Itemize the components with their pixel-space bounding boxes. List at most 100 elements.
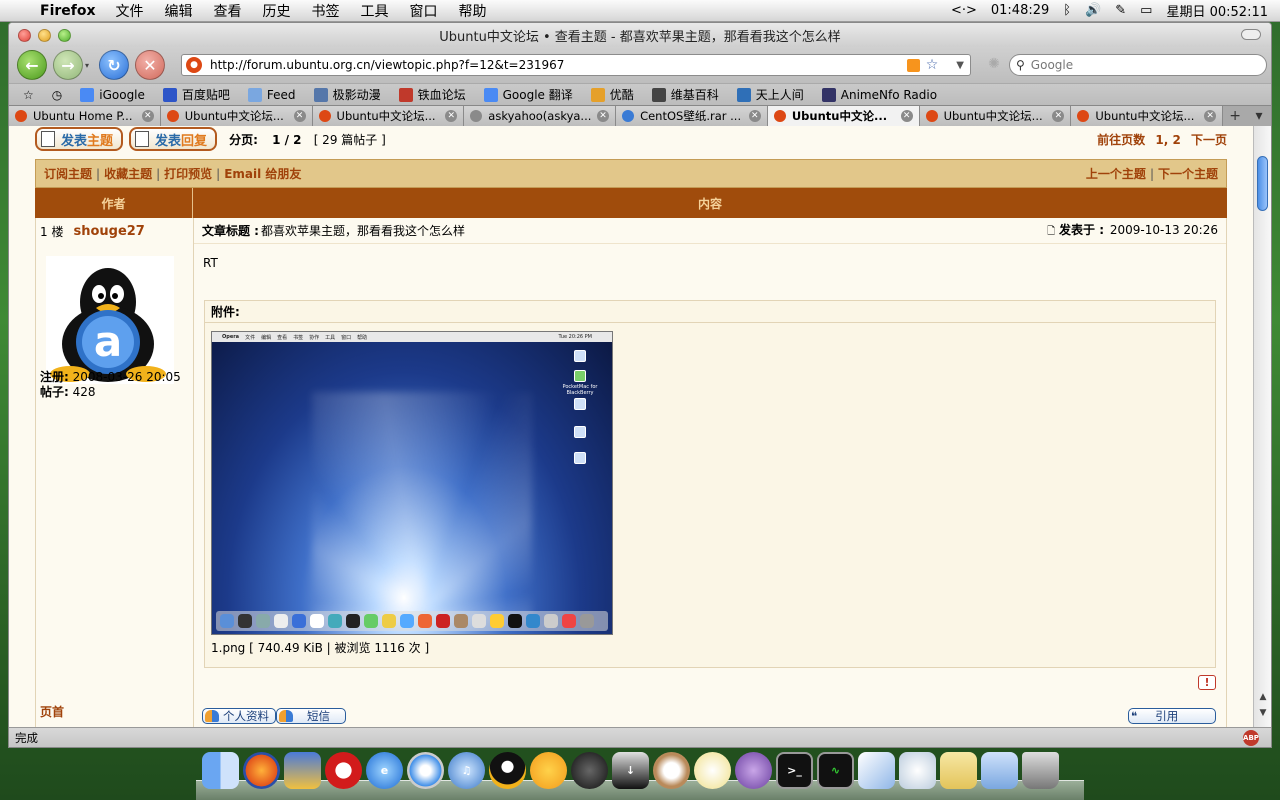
menu-history[interactable]: 历史	[263, 1, 291, 21]
app-menu-firefox[interactable]: Firefox	[40, 3, 96, 19]
internet-explorer-dock-icon[interactable]: e	[366, 752, 403, 789]
window-zoom-button[interactable]	[58, 28, 71, 42]
bookmark-item[interactable]: 极影动漫	[313, 86, 381, 103]
menu-window[interactable]: 窗口	[410, 1, 438, 21]
scroll-up-arrow-icon[interactable]: ▲	[1257, 692, 1269, 702]
menu-bookmarks[interactable]: 书签	[312, 1, 340, 21]
forward-button[interactable]: →	[53, 50, 83, 80]
bookmark-item[interactable]: iGoogle	[80, 87, 145, 102]
prev-topic-link[interactable]: 上一个主题	[1086, 165, 1146, 182]
tab-close-icon[interactable]: ✕	[293, 110, 306, 122]
tab-active[interactable]: Ubuntu中文论... ✕	[767, 106, 920, 126]
itunes-dock-icon[interactable]: ♫	[448, 752, 485, 789]
bookmark-item[interactable]: 维基百科	[651, 86, 719, 103]
search-placeholder[interactable]: Google	[1031, 58, 1073, 72]
subscribe-topic-link[interactable]: 订阅主题	[44, 165, 92, 182]
history-clock-icon[interactable]: ◷	[52, 88, 62, 102]
print-preview-link[interactable]: 打印预览	[164, 165, 212, 182]
bookmark-item[interactable]: AnimeNfo Radio	[821, 87, 937, 102]
window-close-button[interactable]	[18, 28, 31, 42]
tab[interactable]: Ubuntu中文论坛... ✕	[312, 106, 465, 126]
url-text[interactable]: http://forum.ubuntu.org.cn/viewtopic.php…	[210, 58, 907, 72]
menu-tools[interactable]: 工具	[361, 1, 389, 21]
search-engine-icon[interactable]: ⚲	[1016, 58, 1025, 72]
private-message-button[interactable]: 短信	[276, 708, 346, 724]
bookmark-item[interactable]: Google 翻译	[483, 86, 573, 103]
attachment-image[interactable]: Opera 文件 编辑 查看 书签 协作 工具 窗口 帮助 Tue 20:26 …	[211, 331, 613, 635]
volume-icon[interactable]: 🔊	[1085, 3, 1101, 18]
finder-dock-icon[interactable]	[202, 752, 239, 789]
adium-dock-icon[interactable]	[530, 752, 567, 789]
menu-edit[interactable]: 编辑	[165, 1, 193, 21]
rss-feed-icon[interactable]	[906, 58, 920, 72]
window-minimize-button[interactable]	[38, 28, 51, 42]
avatar[interactable]: a	[46, 256, 174, 384]
lightbulb-dock-icon[interactable]	[694, 752, 731, 789]
vertical-scrollbar[interactable]: ▲ ▼	[1253, 126, 1271, 727]
tor-dock-icon[interactable]	[735, 752, 772, 789]
photos-dock-icon[interactable]	[858, 752, 895, 789]
snowman-dock-icon[interactable]	[899, 752, 936, 789]
quote-button[interactable]: ❝ 引用	[1128, 708, 1216, 724]
stop-button[interactable]: ✕	[135, 50, 165, 80]
new-tab-icon[interactable]: +	[1223, 108, 1247, 124]
username-link[interactable]: shouge27	[73, 224, 144, 239]
report-post-button[interactable]: !	[1198, 675, 1216, 690]
documents-folder-dock-icon[interactable]	[981, 752, 1018, 789]
clock[interactable]: 星期日 00:52:11	[1166, 1, 1268, 20]
back-to-top-link[interactable]: 页首	[40, 703, 64, 720]
firefox-dock-icon[interactable]	[243, 752, 280, 789]
menu-file[interactable]: 文件	[116, 1, 144, 21]
tab[interactable]: Ubuntu中文论坛... ✕	[160, 106, 313, 126]
post-reply-button[interactable]: 发表 回复	[129, 127, 218, 151]
mail-dock-icon[interactable]	[284, 752, 321, 789]
tab[interactable]: Ubuntu中文论坛... ✕	[1071, 106, 1224, 126]
bluetooth-icon[interactable]: ᛒ	[1063, 3, 1071, 18]
new-topic-button[interactable]: 发表 主题	[35, 127, 124, 151]
next-page-link[interactable]: 下一页	[1191, 133, 1227, 147]
timer-readout[interactable]: 01:48:29	[991, 3, 1049, 18]
bookmarks-star-icon[interactable]: ☆	[23, 88, 34, 102]
email-friend-link[interactable]: Email 给朋友	[224, 165, 301, 182]
back-button[interactable]: ←	[17, 50, 47, 80]
pen-tool-icon[interactable]: ✎	[1115, 3, 1126, 18]
bookmark-star-icon[interactable]: ☆	[926, 57, 939, 73]
tab[interactable]: CentOS壁纸.rar ... ✕	[616, 106, 768, 126]
bookmark-folder[interactable]: Feed	[247, 87, 296, 102]
terminal-dock-icon[interactable]: >_	[776, 752, 813, 789]
tab-list-icon[interactable]: ▾	[1247, 108, 1271, 124]
url-bar[interactable]: ● http://forum.ubuntu.org.cn/viewtopic.p…	[181, 54, 971, 76]
tab-close-icon[interactable]: ✕	[141, 110, 154, 122]
tab-close-icon[interactable]: ✕	[597, 110, 610, 122]
bookmark-item[interactable]: 百度贴吧	[162, 86, 230, 103]
tab-close-icon[interactable]: ✕	[1052, 110, 1065, 122]
bookmark-item[interactable]: 优酷	[590, 86, 634, 103]
menu-help[interactable]: 帮助	[459, 1, 487, 21]
safari-dock-icon[interactable]	[407, 752, 444, 789]
bookmark-topic-link[interactable]: 收藏主题	[104, 165, 152, 182]
profile-button[interactable]: 个人资料	[202, 708, 276, 724]
tab-close-icon[interactable]: ✕	[900, 110, 913, 122]
bookmark-item[interactable]: 铁血论坛	[398, 86, 466, 103]
url-dropdown-icon[interactable]: ▼	[956, 60, 964, 71]
folder-dock-icon[interactable]	[940, 752, 977, 789]
download-dock-icon[interactable]: ↓	[612, 752, 649, 789]
tab[interactable]: Ubuntu Home P... ✕	[9, 106, 161, 126]
next-topic-link[interactable]: 下一个主题	[1158, 165, 1218, 182]
title-bar[interactable]: Ubuntu中文论坛 • 查看主题 - 都喜欢苹果主题，那看看我这个怎么样	[9, 23, 1271, 47]
front-row-dock-icon[interactable]	[571, 752, 608, 789]
toolbar-toggle-button[interactable]	[1241, 29, 1261, 40]
qq-dock-icon[interactable]	[489, 752, 526, 789]
goto-page-links[interactable]: 1, 2	[1155, 133, 1180, 147]
tab-close-icon[interactable]: ✕	[1204, 110, 1217, 122]
opera-dock-icon[interactable]	[325, 752, 362, 789]
scroll-down-arrow-icon[interactable]: ▼	[1257, 708, 1269, 718]
scrollbar-thumb[interactable]	[1257, 156, 1268, 211]
activity-monitor-dock-icon[interactable]: ∿	[817, 752, 854, 789]
history-dropdown-icon[interactable]: ▾	[85, 61, 93, 70]
menu-view[interactable]: 查看	[214, 1, 242, 21]
battery-icon[interactable]: ▭	[1140, 3, 1152, 18]
network-activity-icon[interactable]: <·>	[951, 3, 977, 18]
tab-close-icon[interactable]: ✕	[445, 110, 458, 122]
tab[interactable]: Ubuntu中文论坛... ✕	[919, 106, 1072, 126]
